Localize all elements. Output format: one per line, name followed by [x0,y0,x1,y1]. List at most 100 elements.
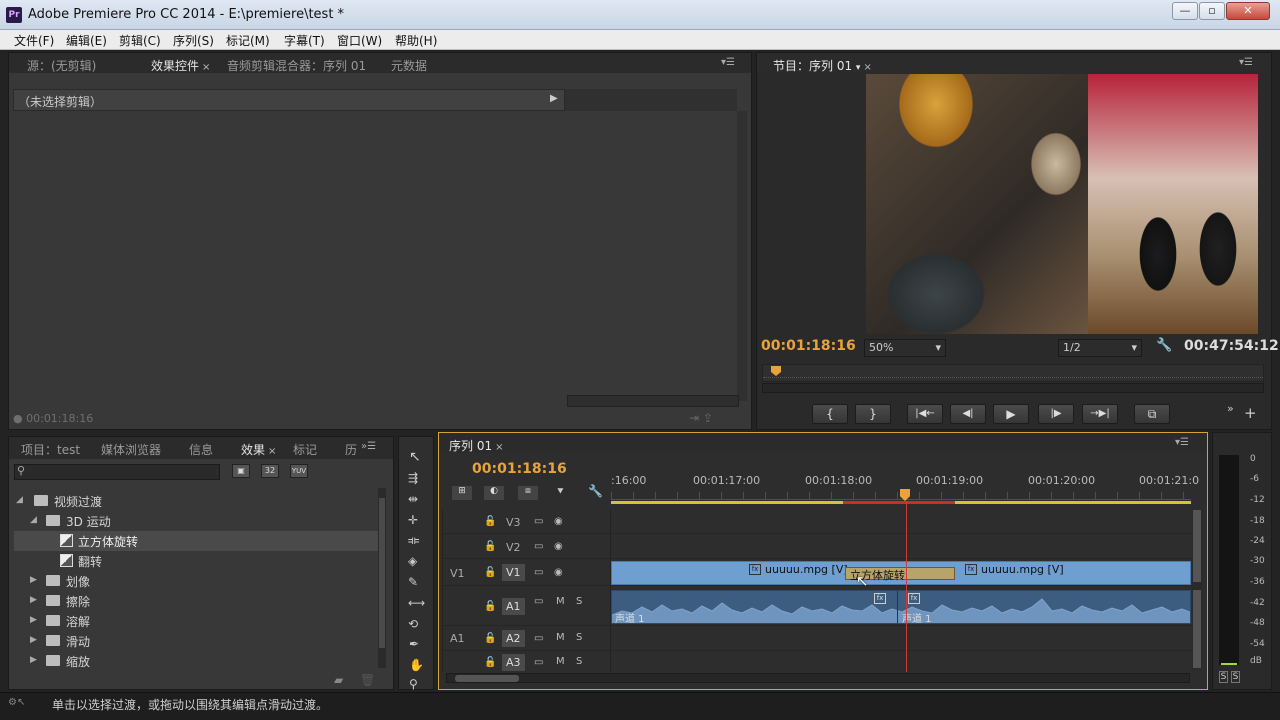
rotate-tool-icon[interactable]: ⟲ [408,617,418,631]
toggle-sync-lock-icon[interactable]: ▭ [534,516,543,527]
go-to-out-button[interactable]: →▶| [1082,404,1118,424]
close-icon[interactable]: × [268,446,276,457]
scrollbar-thumb[interactable] [455,675,519,682]
linked-selection-icon[interactable]: ⧈ [518,486,538,500]
yuv-effects-icon[interactable]: YUV [290,464,308,478]
trash-icon[interactable]: 🗑 [360,673,375,687]
menu-title[interactable]: 字幕(T) [284,32,325,49]
track-name[interactable]: A1 [502,598,525,615]
close-icon[interactable]: × [863,62,871,73]
tab-history[interactable]: 历 [345,441,357,458]
tree-item-video-transitions[interactable]: ◢ 视频过渡 [14,491,378,511]
menu-window[interactable]: 窗口(W) [337,32,382,49]
pen-tool-icon[interactable]: ✒ [409,637,419,651]
close-button[interactable]: ✕ [1226,2,1270,20]
selection-tool-icon[interactable]: ↖ [409,449,421,465]
new-bin-icon[interactable]: ▰ [334,673,343,687]
razor-tool-icon[interactable]: ◈ [408,554,417,568]
scrollbar-thumb[interactable] [1193,510,1201,582]
tab-sequence[interactable]: 序列 01 × [449,437,503,454]
track-name[interactable]: A2 [502,630,525,647]
mark-out-button[interactable]: } [855,404,891,424]
chevron-down-icon[interactable]: ▾ [856,63,861,73]
program-scrub-bar[interactable] [762,364,1264,382]
eye-icon[interactable]: ◉ [554,567,563,578]
panel-menu-icon[interactable]: ▾☰ [1239,57,1253,68]
toggle-sync-lock-icon[interactable]: ▭ [534,567,543,578]
triangle-right-icon[interactable]: ▶ [30,575,37,585]
nest-icon[interactable]: ⊞ [452,486,472,500]
timeline-settings-icon[interactable]: 🔧 [588,484,603,498]
source-patch-v1[interactable]: V1 [450,567,465,580]
accelerated-effects-icon[interactable]: ▣ [232,464,250,478]
lock-icon[interactable]: 🔓 [484,516,496,527]
add-marker-icon[interactable]: ⯆ [556,485,565,499]
toggle-sync-lock-icon[interactable]: ▭ [534,633,543,644]
effects-search-input[interactable] [14,464,220,480]
triangle-down-icon[interactable]: ◢ [16,495,23,505]
scrollbar-thumb[interactable] [1193,590,1201,668]
scrollbar[interactable] [737,111,747,401]
step-back-button[interactable]: ◀| [950,404,986,424]
close-icon[interactable]: × [202,62,210,73]
rate-stretch-tool-icon[interactable]: ⟚ [408,533,419,548]
play-arrow-icon[interactable]: ▶ [550,93,558,104]
play-button[interactable]: ▶ [993,404,1029,424]
toggle-sync-lock-icon[interactable]: ▭ [534,541,543,552]
tree-item-zoom[interactable]: ▶ 缩放 [14,651,378,671]
solo-button[interactable]: S [576,656,582,667]
menu-help[interactable]: 帮助(H) [395,32,437,49]
panel-menu-icon[interactable]: ▾☰ [721,57,735,68]
tree-item-flip-over[interactable]: 翻转 [14,551,378,571]
tab-project[interactable]: 项目：test [21,441,80,458]
export-frame-button[interactable]: ⧉ [1134,404,1170,424]
mute-button[interactable]: M [556,596,565,607]
triangle-right-icon[interactable]: ▶ [30,655,37,665]
zoom-select[interactable]: 50% ▾ [864,339,946,357]
track-name[interactable]: V2 [506,541,521,554]
menu-marker[interactable]: 标记(M) [226,32,270,49]
maximize-button[interactable]: ▫ [1199,2,1225,20]
program-timecode[interactable]: 00:01:18:16 [761,338,856,354]
tree-item-wipe[interactable]: ▶ 擦除 [14,591,378,611]
solo-button[interactable]: S [576,596,582,607]
solo-button[interactable]: S [1231,671,1240,683]
solo-button[interactable]: S [576,632,582,643]
export-icon[interactable]: ⇥ ⇪ [689,411,713,425]
minimize-button[interactable]: — [1172,2,1198,20]
resolution-select[interactable]: 1/2 ▾ [1058,339,1142,357]
tree-item-slide[interactable]: ▶ 滑动 [14,631,378,651]
tab-audio-clip-mixer[interactable]: 音频剪辑混合器：序列 01 [227,57,366,74]
zoom-scrollbar[interactable] [762,383,1264,393]
timeline-hscroll[interactable] [446,673,1190,683]
source-patch-a1[interactable]: A1 [450,632,465,645]
eye-icon[interactable]: ◉ [554,516,563,527]
zoom-tool-icon[interactable]: ⚲ [409,677,418,691]
mute-button[interactable]: M [556,632,565,643]
horizontal-scrollbar[interactable] [567,395,739,407]
tab-metadata[interactable]: 元数据 [391,57,427,74]
tree-item-dissolve[interactable]: ▶ 溶解 [14,611,378,631]
menu-file[interactable]: 文件(F) [14,32,54,49]
timeline-timecode[interactable]: 00:01:18:16 [472,461,567,477]
panel-menu-icon[interactable]: »☰ [361,441,376,452]
more-buttons-icon[interactable]: » [1227,402,1234,415]
close-icon[interactable]: × [495,442,503,453]
lock-icon[interactable]: 🔓 [484,633,496,644]
playhead-marker-icon[interactable] [771,366,781,376]
lock-icon[interactable]: 🔓 [484,567,496,578]
toggle-sync-lock-icon[interactable]: ▭ [534,657,543,668]
time-ruler[interactable]: :16:00 00:01:17:00 00:01:18:00 00:01:19:… [611,474,1199,504]
wrench-icon[interactable]: 🔧 [1156,338,1172,353]
tab-program[interactable]: 节目：序列 01 ▾ × [773,57,872,74]
step-forward-button[interactable]: |▶ [1038,404,1074,424]
lock-icon[interactable]: 🔓 [484,657,496,668]
mute-button[interactable]: M [556,656,565,667]
menu-clip[interactable]: 剪辑(C) [119,32,161,49]
32bit-effects-icon[interactable]: 32 [261,464,279,478]
tree-item-3d-motion[interactable]: ◢ 3D 运动 [14,511,378,531]
scrollbar[interactable] [378,488,386,668]
add-button-icon[interactable]: + [1244,404,1257,422]
panel-menu-icon[interactable]: ▾☰ [1175,437,1189,448]
scrollbar[interactable] [1261,75,1269,333]
